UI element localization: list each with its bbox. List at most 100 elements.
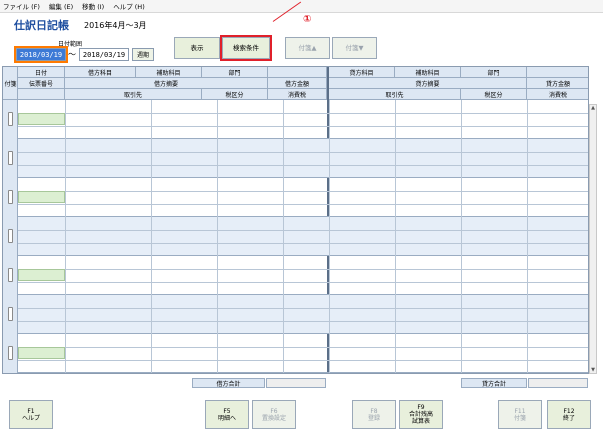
row-gridline [18,308,588,309]
search-conditions-button[interactable]: 検索条件 [220,35,272,61]
fusen-icon[interactable] [8,151,13,165]
annotation-marker: ① [303,14,312,25]
f8-key: F8 [370,407,378,415]
column-gridline [151,256,152,295]
f12-key: F12 [563,407,575,415]
column-gridline [329,217,330,256]
fusen-icon[interactable] [8,112,13,126]
column-gridline [329,139,330,178]
header-credit-summary: 貸方摘要 [329,78,527,89]
journal-row[interactable] [18,295,588,334]
fusen-up-button[interactable]: 付箋▲ [285,37,330,59]
voucher-number-cell[interactable] [18,269,65,281]
header-blank-2 [18,89,65,100]
display-button[interactable]: 表示 [174,37,220,59]
column-gridline [283,178,284,217]
journal-row[interactable] [18,178,588,217]
debit-total-value [266,378,326,388]
column-gridline [527,334,528,373]
scroll-up-icon[interactable]: ▲ [590,105,596,111]
header-debit-department: 部門 [202,67,268,78]
journal-row[interactable] [18,217,588,256]
column-gridline [65,334,66,373]
row-gridline [18,191,588,192]
header-debit-amount: 借方金額 [268,78,327,89]
date-from-input[interactable]: 2018/03/19 [14,46,68,63]
vertical-scrollbar[interactable]: ▲ ▼ [589,104,597,374]
column-gridline [461,139,462,178]
f5-key: F5 [223,407,231,415]
f1-label: ヘルプ [21,414,40,422]
voucher-number-cell[interactable] [18,113,65,125]
f6-replace-settings-button[interactable]: F6 置換設定 [252,400,296,429]
header-credit-amount: 貸方金額 [527,78,588,89]
scroll-down-icon[interactable]: ▼ [590,367,596,373]
debit-total-label: 借方合計 [192,378,265,388]
row-gridline [18,243,588,244]
f9-trial-balance-button[interactable]: F9 合計残高 試算表 [399,400,443,429]
header-credit-tax-class: 税区分 [461,89,527,100]
column-gridline [217,334,218,373]
f1-help-button[interactable]: F1 ヘルプ [9,400,53,429]
header-debit-account: 借方科目 [65,67,136,78]
fusen-icon[interactable] [8,346,13,360]
column-gridline [217,139,218,178]
journal-row[interactable] [18,139,588,178]
credit-total-value [528,378,588,388]
column-gridline [461,100,462,139]
header-credit-sub-account: 補助科目 [395,67,461,78]
week-button[interactable]: 週期 [132,48,154,61]
row-gridline [18,113,588,114]
menu-file[interactable]: ファイル (F) [3,1,40,11]
column-gridline [395,217,396,256]
column-gridline [65,256,66,295]
column-gridline [283,256,284,295]
fusen-icon[interactable] [8,229,13,243]
fusen-icon[interactable] [8,307,13,321]
f11-label: 付箋 [513,414,526,422]
column-gridline [329,100,330,139]
column-gridline [329,256,330,295]
journal-row[interactable] [18,100,588,139]
column-gridline [527,295,528,334]
header-fusen: 付箋 [3,67,18,100]
f8-register-button[interactable]: F8 登録 [352,400,396,429]
column-gridline [151,295,152,334]
header-credit-tax: 消費税 [527,89,588,100]
column-gridline [217,217,218,256]
column-gridline [217,256,218,295]
menu-move[interactable]: 移動 (I) [82,1,104,11]
column-gridline [283,295,284,334]
column-gridline [527,178,528,217]
row-gridline [18,347,588,348]
menu-edit[interactable]: 編集 (E) [49,1,73,11]
voucher-number-cell[interactable] [18,191,65,203]
fusen-icon[interactable] [8,268,13,282]
column-gridline [283,217,284,256]
date-to-input[interactable]: 2018/03/19 [79,48,129,61]
column-gridline [217,178,218,217]
column-gridline [151,217,152,256]
voucher-number-cell[interactable] [18,347,65,359]
row-gridline [18,321,588,322]
column-gridline [217,295,218,334]
journal-row[interactable] [18,256,588,295]
f9-label: 合計残高 [408,411,433,418]
journal-row[interactable] [18,334,588,373]
column-gridline [65,178,66,217]
column-gridline [151,139,152,178]
column-gridline [395,256,396,295]
f6-key: F6 [270,407,278,415]
fusen-down-button[interactable]: 付箋▼ [332,37,377,59]
page-title: 仕訳日記帳 [14,19,69,32]
row-gridline [18,282,588,283]
f12-exit-button[interactable]: F12 終了 [547,400,591,429]
f11-fusen-button[interactable]: F11 付箋 [498,400,542,429]
f9-label-2: 試算表 [411,418,430,425]
f5-detail-button[interactable]: F5 明細へ [205,400,249,429]
menu-help[interactable]: ヘルプ (H) [113,1,145,11]
fusen-icon[interactable] [8,190,13,204]
column-gridline [527,256,528,295]
f12-label: 終了 [562,414,575,422]
column-gridline [329,178,330,217]
